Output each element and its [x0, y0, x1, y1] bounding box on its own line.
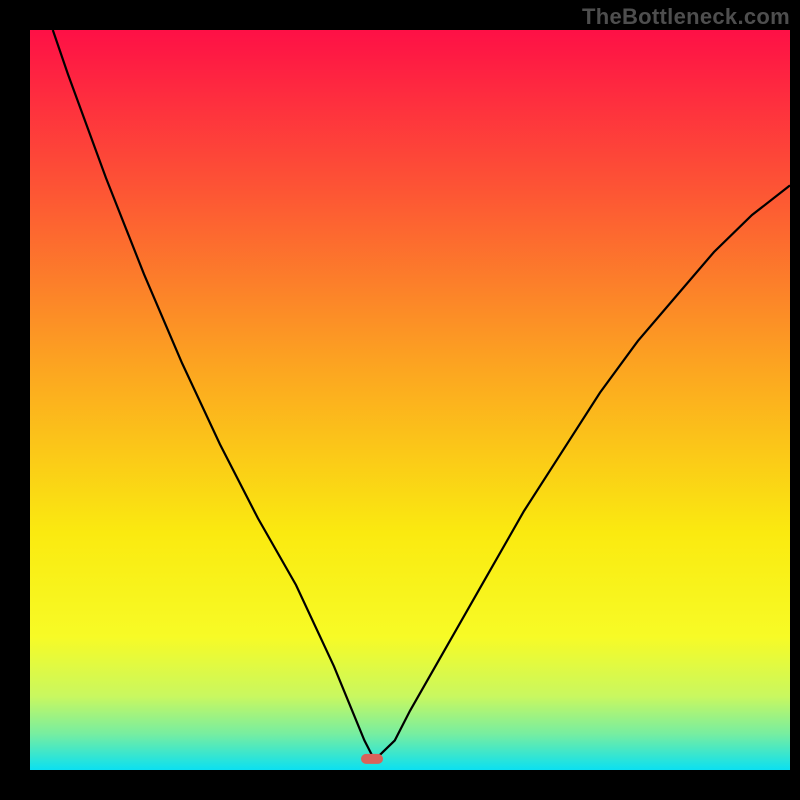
bottleneck-chart — [0, 0, 800, 800]
chart-stage: TheBottleneck.com — [0, 0, 800, 800]
watermark-text: TheBottleneck.com — [582, 4, 790, 30]
optimal-marker — [361, 754, 383, 764]
plot-background — [30, 30, 790, 770]
